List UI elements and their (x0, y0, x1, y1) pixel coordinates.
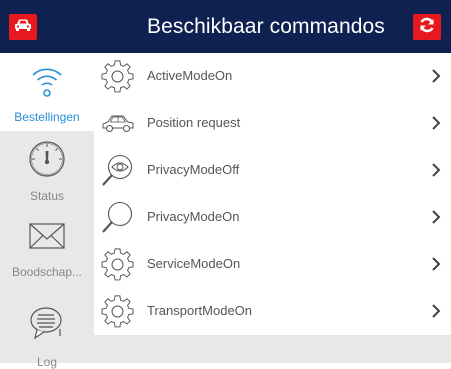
command-label: PrivacyModeOff (147, 162, 240, 177)
sidebar-item-label: Log (36, 355, 58, 369)
envelope-icon (0, 219, 94, 253)
wifi-icon (0, 61, 94, 101)
car-button[interactable] (9, 14, 37, 40)
chevron-right-icon (432, 210, 441, 224)
page-title: Beschikbaar commandos (147, 15, 385, 38)
command-label: TransportModeOn (147, 303, 253, 318)
refresh-icon (418, 16, 436, 39)
command-label: PrivacyModeOn (147, 209, 240, 224)
list-item-privacy-mode-on[interactable]: PrivacyModeOn (94, 194, 451, 242)
chevron-right-icon (432, 116, 441, 130)
sidebar-item-label: Boodschap... (11, 265, 83, 279)
chevron-right-icon (432, 257, 441, 271)
sidebar-item-status[interactable]: Status (0, 131, 94, 209)
chevron-right-icon (432, 163, 441, 177)
magnifier-icon (100, 200, 136, 236)
command-label: ActiveModeOn (147, 68, 233, 83)
sidebar-item-label: Bestellingen (14, 110, 80, 124)
command-label: Position request (147, 115, 241, 130)
sidebar-item-bestellingen[interactable]: Bestellingen (0, 53, 94, 131)
list-item-position-request[interactable]: Position request (94, 100, 451, 148)
gear-icon (100, 59, 136, 95)
chevron-right-icon (432, 69, 441, 83)
chevron-right-icon (432, 304, 441, 318)
list-item-active-mode-on[interactable]: ActiveModeOn (94, 53, 451, 101)
list-item-privacy-mode-off[interactable]: PrivacyModeOff (94, 147, 451, 195)
gauge-icon (0, 139, 94, 179)
gear-icon (100, 294, 136, 330)
car-outline-icon (100, 106, 136, 142)
sidebar-item-label: Status (29, 189, 65, 203)
command-label: ServiceModeOn (147, 256, 241, 271)
chat-bubble-icon (0, 303, 94, 343)
eye-magnifier-icon (100, 153, 136, 189)
car-icon (14, 18, 32, 37)
sidebar-item-log[interactable]: Log (0, 287, 94, 369)
app-header: Beschikbaar commandos (0, 0, 451, 53)
sidebar-item-boodschappen[interactable]: Boodschap... (0, 209, 94, 287)
list-item-service-mode-on[interactable]: ServiceModeOn (94, 241, 451, 289)
refresh-button[interactable] (413, 14, 441, 40)
list-item-transport-mode-on[interactable]: TransportModeOn (94, 288, 451, 336)
sidebar: Bestellingen Status Boodschap... Log (0, 53, 94, 369)
list-empty-area (94, 335, 451, 363)
gear-icon (100, 247, 136, 283)
